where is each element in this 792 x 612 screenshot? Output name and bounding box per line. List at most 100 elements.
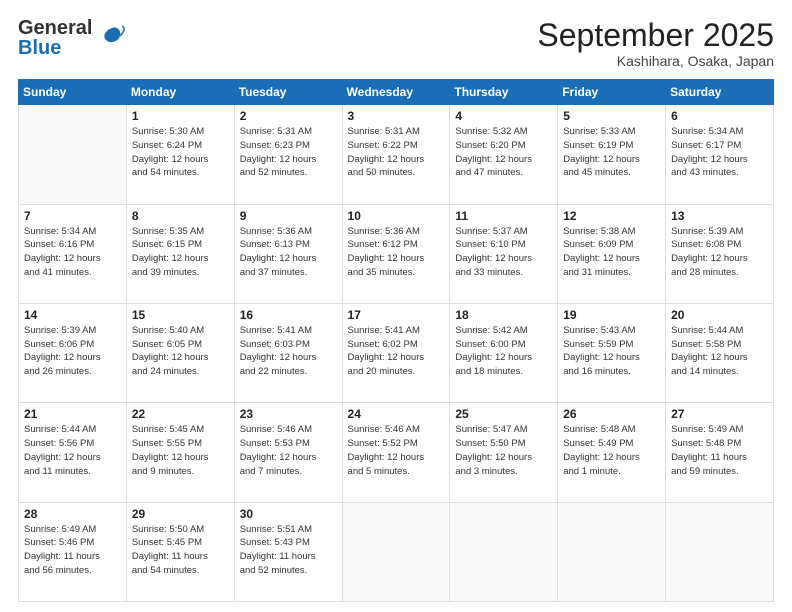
table-row	[450, 502, 558, 601]
day-number: 22	[132, 407, 229, 421]
table-row	[342, 502, 450, 601]
table-row: 12 Sunrise: 5:38 AMSunset: 6:09 PMDayligh…	[558, 204, 666, 303]
day-number: 1	[132, 109, 229, 123]
day-number: 9	[240, 209, 337, 223]
day-number: 27	[671, 407, 768, 421]
day-number: 28	[24, 507, 121, 521]
calendar-table: Sunday Monday Tuesday Wednesday Thursday…	[18, 79, 774, 602]
day-info: Sunrise: 5:38 AMSunset: 6:09 PMDaylight:…	[563, 225, 660, 280]
day-info: Sunrise: 5:31 AMSunset: 6:23 PMDaylight:…	[240, 125, 337, 180]
table-row: 14 Sunrise: 5:39 AMSunset: 6:06 PMDayligh…	[19, 303, 127, 402]
day-number: 21	[24, 407, 121, 421]
table-row: 9 Sunrise: 5:36 AMSunset: 6:13 PMDaylight…	[234, 204, 342, 303]
day-info: Sunrise: 5:41 AMSunset: 6:03 PMDaylight:…	[240, 324, 337, 379]
day-number: 13	[671, 209, 768, 223]
table-row: 7 Sunrise: 5:34 AMSunset: 6:16 PMDaylight…	[19, 204, 127, 303]
day-info: Sunrise: 5:30 AMSunset: 6:24 PMDaylight:…	[132, 125, 229, 180]
day-number: 12	[563, 209, 660, 223]
day-number: 18	[455, 308, 552, 322]
table-row: 23 Sunrise: 5:46 AMSunset: 5:53 PMDayligh…	[234, 403, 342, 502]
day-info: Sunrise: 5:45 AMSunset: 5:55 PMDaylight:…	[132, 423, 229, 478]
day-info: Sunrise: 5:50 AMSunset: 5:45 PMDaylight:…	[132, 523, 229, 578]
table-row: 26 Sunrise: 5:48 AMSunset: 5:49 PMDayligh…	[558, 403, 666, 502]
table-row: 15 Sunrise: 5:40 AMSunset: 6:05 PMDayligh…	[126, 303, 234, 402]
day-info: Sunrise: 5:49 AMSunset: 5:48 PMDaylight:…	[671, 423, 768, 478]
day-number: 2	[240, 109, 337, 123]
day-number: 14	[24, 308, 121, 322]
day-info: Sunrise: 5:33 AMSunset: 6:19 PMDaylight:…	[563, 125, 660, 180]
day-number: 5	[563, 109, 660, 123]
day-info: Sunrise: 5:37 AMSunset: 6:10 PMDaylight:…	[455, 225, 552, 280]
day-info: Sunrise: 5:40 AMSunset: 6:05 PMDaylight:…	[132, 324, 229, 379]
day-info: Sunrise: 5:41 AMSunset: 6:02 PMDaylight:…	[348, 324, 445, 379]
day-info: Sunrise: 5:31 AMSunset: 6:22 PMDaylight:…	[348, 125, 445, 180]
day-info: Sunrise: 5:36 AMSunset: 6:12 PMDaylight:…	[348, 225, 445, 280]
day-info: Sunrise: 5:48 AMSunset: 5:49 PMDaylight:…	[563, 423, 660, 478]
calendar-week-row: 28 Sunrise: 5:49 AMSunset: 5:46 PMDayligh…	[19, 502, 774, 601]
table-row	[19, 105, 127, 204]
day-info: Sunrise: 5:34 AMSunset: 6:16 PMDaylight:…	[24, 225, 121, 280]
logo: General Blue	[18, 18, 126, 58]
table-row: 24Sunrise: 5:46 AMSunset: 5:52 PMDayligh…	[342, 403, 450, 502]
calendar-week-row: 7 Sunrise: 5:34 AMSunset: 6:16 PMDaylight…	[19, 204, 774, 303]
day-number: 6	[671, 109, 768, 123]
calendar-week-row: 21 Sunrise: 5:44 AMSunset: 5:56 PMDayligh…	[19, 403, 774, 502]
table-row: 17 Sunrise: 5:41 AMSunset: 6:02 PMDayligh…	[342, 303, 450, 402]
table-row: 19Sunrise: 5:43 AMSunset: 5:59 PMDayligh…	[558, 303, 666, 402]
col-saturday: Saturday	[666, 80, 774, 105]
col-thursday: Thursday	[450, 80, 558, 105]
table-row: 6Sunrise: 5:34 AMSunset: 6:17 PMDaylight…	[666, 105, 774, 204]
day-number: 26	[563, 407, 660, 421]
page: General Blue September 2025 Kashihara, O…	[0, 0, 792, 612]
day-info: Sunrise: 5:39 AMSunset: 6:08 PMDaylight:…	[671, 225, 768, 280]
calendar-week-row: 1 Sunrise: 5:30 AMSunset: 6:24 PMDaylight…	[19, 105, 774, 204]
table-row: 25Sunrise: 5:47 AMSunset: 5:50 PMDayligh…	[450, 403, 558, 502]
day-info: Sunrise: 5:36 AMSunset: 6:13 PMDaylight:…	[240, 225, 337, 280]
table-row: 28 Sunrise: 5:49 AMSunset: 5:46 PMDayligh…	[19, 502, 127, 601]
day-number: 30	[240, 507, 337, 521]
table-row: 11 Sunrise: 5:37 AMSunset: 6:10 PMDayligh…	[450, 204, 558, 303]
day-info: Sunrise: 5:39 AMSunset: 6:06 PMDaylight:…	[24, 324, 121, 379]
day-info: Sunrise: 5:44 AMSunset: 5:56 PMDaylight:…	[24, 423, 121, 478]
table-row: 21 Sunrise: 5:44 AMSunset: 5:56 PMDayligh…	[19, 403, 127, 502]
day-info: Sunrise: 5:43 AMSunset: 5:59 PMDaylight:…	[563, 324, 660, 379]
table-row: 13 Sunrise: 5:39 AMSunset: 6:08 PMDayligh…	[666, 204, 774, 303]
table-row: 29Sunrise: 5:50 AMSunset: 5:45 PMDayligh…	[126, 502, 234, 601]
location: Kashihara, Osaka, Japan	[537, 53, 774, 69]
logo-general: General	[18, 18, 92, 38]
day-number: 11	[455, 209, 552, 223]
table-row: 18 Sunrise: 5:42 AMSunset: 6:00 PMDayligh…	[450, 303, 558, 402]
day-number: 10	[348, 209, 445, 223]
logo-blue: Blue	[18, 38, 92, 58]
day-info: Sunrise: 5:42 AMSunset: 6:00 PMDaylight:…	[455, 324, 552, 379]
month-title: September 2025	[537, 18, 774, 53]
day-number: 17	[348, 308, 445, 322]
day-info: Sunrise: 5:49 AMSunset: 5:46 PMDaylight:…	[24, 523, 121, 578]
col-wednesday: Wednesday	[342, 80, 450, 105]
day-info: Sunrise: 5:47 AMSunset: 5:50 PMDaylight:…	[455, 423, 552, 478]
day-number: 15	[132, 308, 229, 322]
day-info: Sunrise: 5:46 AMSunset: 5:53 PMDaylight:…	[240, 423, 337, 478]
day-number: 7	[24, 209, 121, 223]
day-number: 23	[240, 407, 337, 421]
table-row: 27 Sunrise: 5:49 AMSunset: 5:48 PMDayligh…	[666, 403, 774, 502]
col-sunday: Sunday	[19, 80, 127, 105]
day-number: 16	[240, 308, 337, 322]
table-row: 5 Sunrise: 5:33 AMSunset: 6:19 PMDaylight…	[558, 105, 666, 204]
day-number: 20	[671, 308, 768, 322]
table-row	[666, 502, 774, 601]
table-row: 8Sunrise: 5:35 AMSunset: 6:15 PMDaylight…	[126, 204, 234, 303]
table-row: 2 Sunrise: 5:31 AMSunset: 6:23 PMDaylight…	[234, 105, 342, 204]
day-info: Sunrise: 5:46 AMSunset: 5:52 PMDaylight:…	[348, 423, 445, 478]
day-number: 4	[455, 109, 552, 123]
table-row: 4Sunrise: 5:32 AMSunset: 6:20 PMDaylight…	[450, 105, 558, 204]
calendar-week-row: 14 Sunrise: 5:39 AMSunset: 6:06 PMDayligh…	[19, 303, 774, 402]
col-friday: Friday	[558, 80, 666, 105]
day-info: Sunrise: 5:35 AMSunset: 6:15 PMDaylight:…	[132, 225, 229, 280]
title-block: September 2025 Kashihara, Osaka, Japan	[537, 18, 774, 69]
table-row: 1 Sunrise: 5:30 AMSunset: 6:24 PMDaylight…	[126, 105, 234, 204]
day-info: Sunrise: 5:51 AMSunset: 5:43 PMDaylight:…	[240, 523, 337, 578]
col-monday: Monday	[126, 80, 234, 105]
table-row: 10 Sunrise: 5:36 AMSunset: 6:12 PMDayligh…	[342, 204, 450, 303]
table-row: 20Sunrise: 5:44 AMSunset: 5:58 PMDayligh…	[666, 303, 774, 402]
